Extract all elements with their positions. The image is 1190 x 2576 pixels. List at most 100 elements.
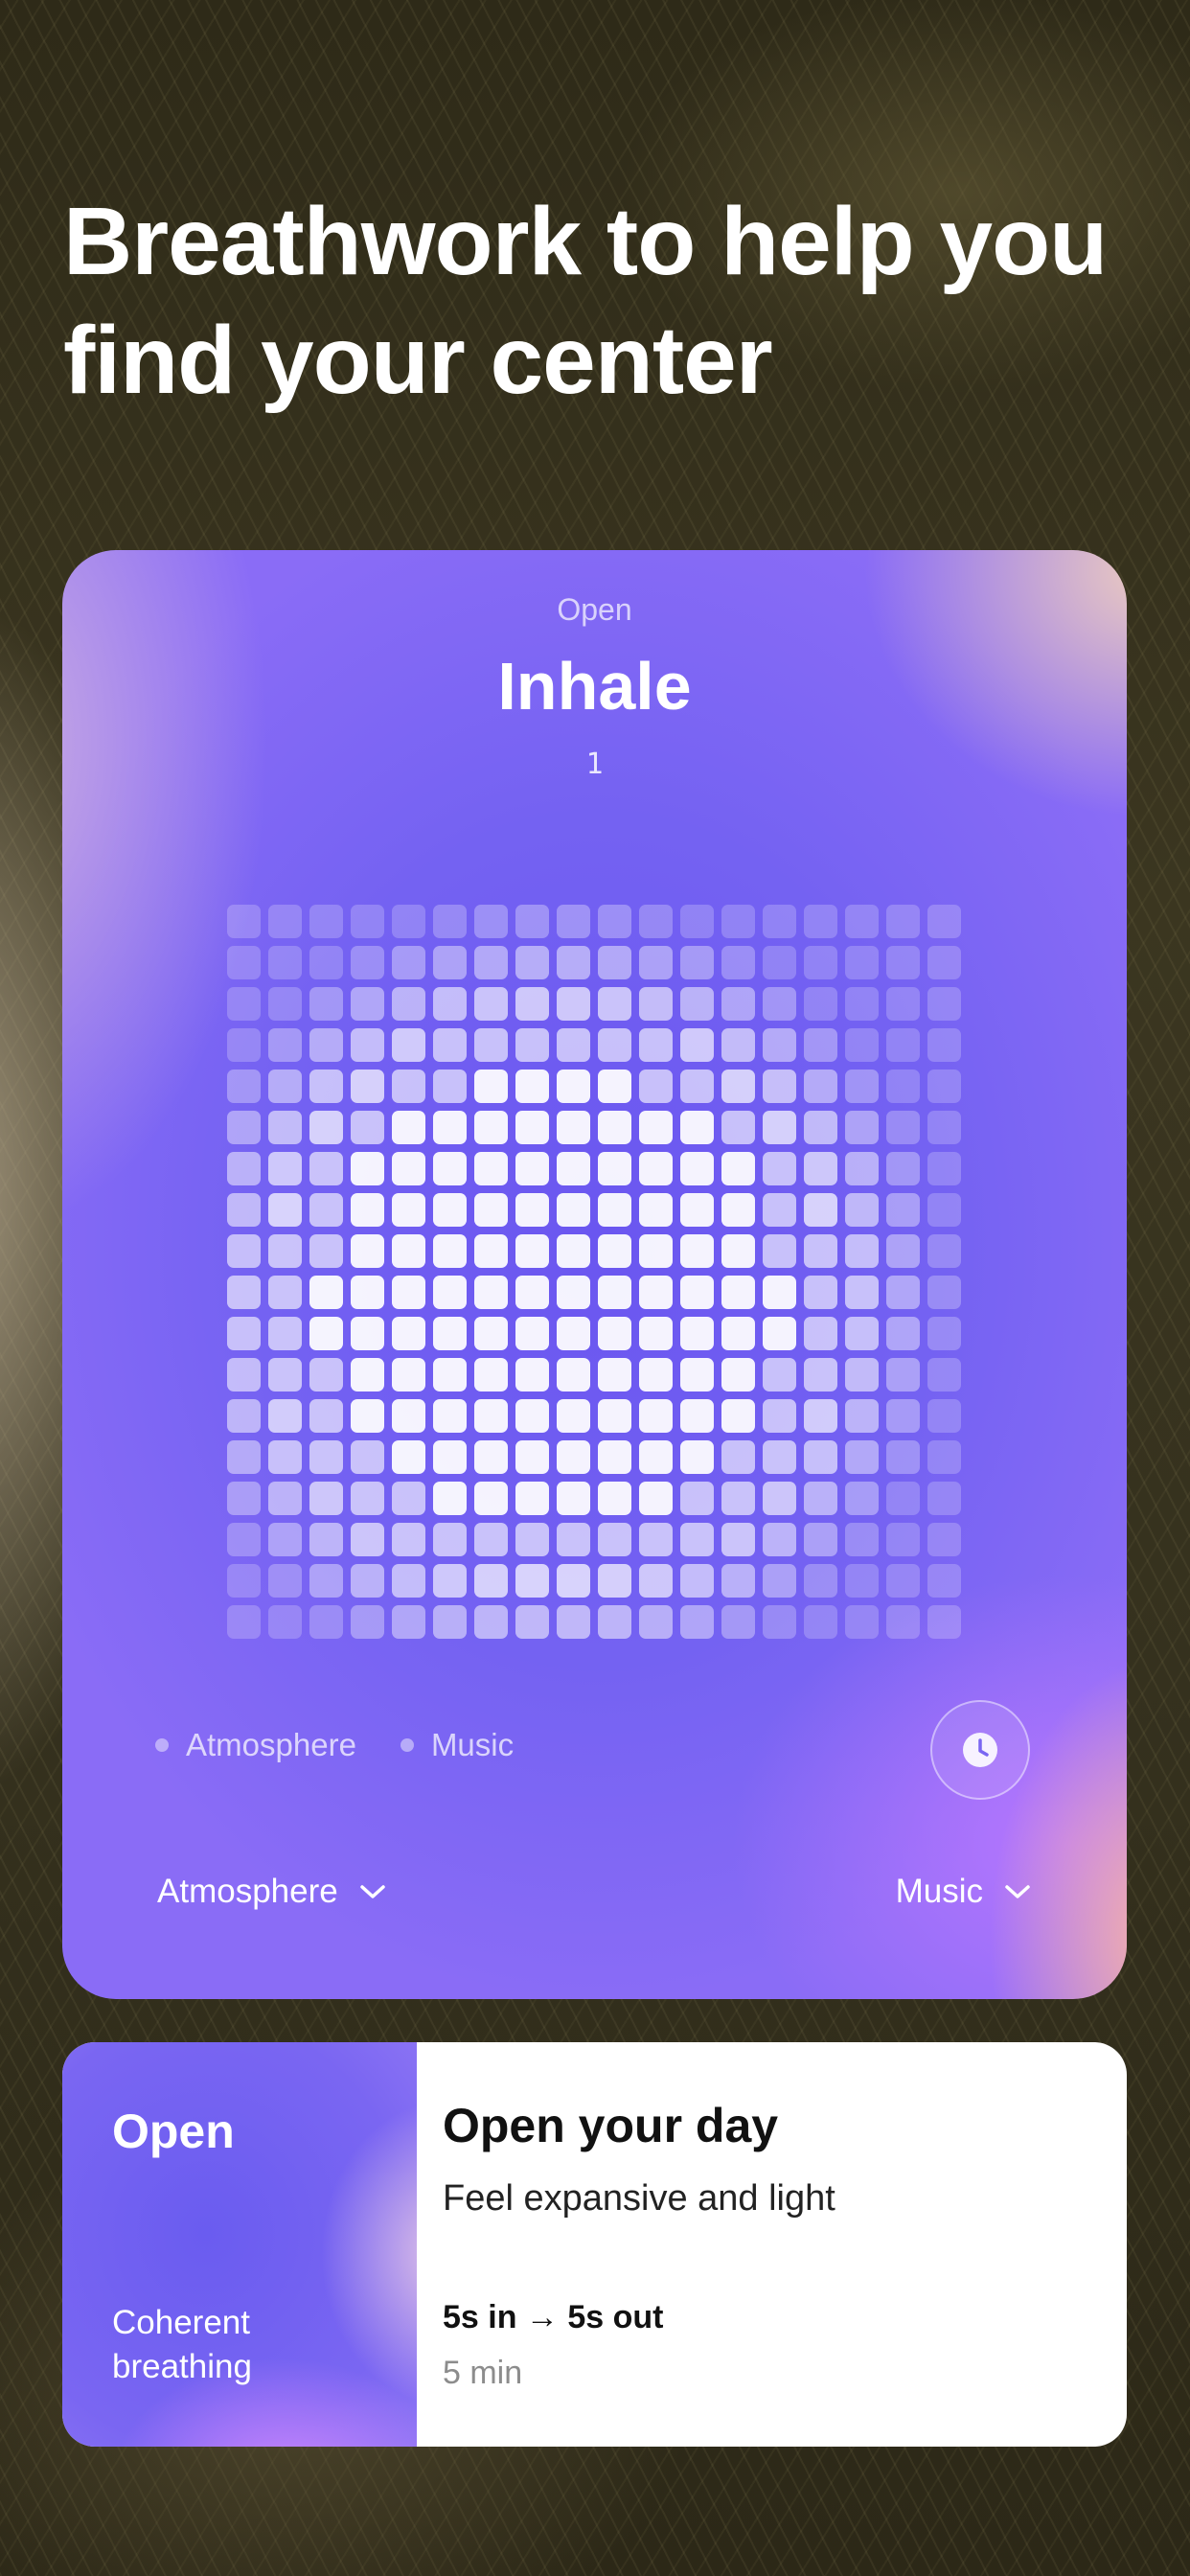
grid-cell — [227, 1276, 261, 1309]
grid-cell — [721, 1440, 755, 1474]
grid-cell — [639, 1399, 673, 1433]
grid-cell — [927, 946, 961, 979]
grid-cell — [598, 946, 631, 979]
grid-cell — [227, 905, 261, 938]
grid-cell — [392, 1482, 425, 1515]
grid-cell — [474, 1070, 508, 1103]
grid-cell — [557, 1523, 590, 1556]
grid-cell — [351, 1317, 384, 1350]
grid-cell — [474, 1028, 508, 1062]
music-dropdown-label: Music — [895, 1873, 983, 1910]
breathing-player-card[interactable]: Open Inhale 1 Atmosphere Music Atmospher… — [62, 550, 1127, 1999]
grid-cell — [763, 1358, 796, 1392]
grid-cell — [433, 1317, 467, 1350]
grid-cell — [392, 1111, 425, 1144]
session-card[interactable]: Open Coherent breathing Open your day Fe… — [62, 2042, 1127, 2447]
grid-cell — [268, 1234, 302, 1268]
session-duration: 5 min — [443, 2355, 523, 2391]
grid-cell — [721, 1234, 755, 1268]
music-dropdown[interactable]: Music — [896, 1873, 1031, 1911]
grid-cell — [227, 1440, 261, 1474]
chevron-down-icon — [1004, 1883, 1031, 1900]
grid-cell — [804, 1234, 837, 1268]
breath-phase-title: Inhale — [497, 649, 692, 724]
grid-cell — [845, 987, 879, 1021]
grid-cell — [639, 1564, 673, 1598]
grid-cell — [804, 946, 837, 979]
grid-cell — [433, 1028, 467, 1062]
grid-cell — [763, 946, 796, 979]
grid-cell — [804, 1317, 837, 1350]
grid-cell — [392, 1605, 425, 1639]
grid-cell — [515, 905, 549, 938]
grid-cell — [268, 905, 302, 938]
grid-cell — [927, 1070, 961, 1103]
grid-cell — [598, 1276, 631, 1309]
grid-cell — [515, 1399, 549, 1433]
page-headline: Breathwork to help you find your center — [63, 188, 1108, 414]
grid-cell — [557, 1399, 590, 1433]
grid-cell — [639, 987, 673, 1021]
grid-cell — [927, 1193, 961, 1227]
grid-cell — [927, 1152, 961, 1185]
grid-cell — [474, 1193, 508, 1227]
timer-button[interactable] — [930, 1700, 1030, 1800]
grid-cell — [721, 1276, 755, 1309]
grid-cell — [227, 1482, 261, 1515]
grid-cell — [309, 905, 343, 938]
grid-cell — [515, 987, 549, 1021]
grid-cell — [557, 1605, 590, 1639]
grid-cell — [515, 1152, 549, 1185]
grid-cell — [721, 1317, 755, 1350]
grid-cell — [639, 1440, 673, 1474]
grid-cell — [515, 1564, 549, 1598]
grid-cell — [598, 1317, 631, 1350]
grid-cell — [639, 1111, 673, 1144]
grid-cell — [268, 1276, 302, 1309]
grid-cell — [763, 1276, 796, 1309]
grid-cell — [309, 1234, 343, 1268]
grid-cell — [721, 1523, 755, 1556]
grid-cell — [268, 946, 302, 979]
grid-cell — [351, 1276, 384, 1309]
grid-cell — [268, 987, 302, 1021]
grid-cell — [886, 1193, 920, 1227]
grid-cell — [268, 1193, 302, 1227]
grid-cell — [845, 1070, 879, 1103]
grid-cell — [886, 1399, 920, 1433]
atmosphere-dropdown[interactable]: Atmosphere — [157, 1873, 386, 1911]
legend-music: Music — [400, 1727, 514, 1763]
grid-cell — [845, 1523, 879, 1556]
grid-cell — [845, 1111, 879, 1144]
grid-cell — [804, 1564, 837, 1598]
legend-dot-icon — [155, 1738, 169, 1752]
grid-cell — [721, 1028, 755, 1062]
grid-cell — [886, 1234, 920, 1268]
breath-counter: 1 — [585, 748, 604, 781]
session-subtitle: Feel expansive and light — [443, 2178, 835, 2219]
grid-cell — [680, 1317, 714, 1350]
grid-cell — [474, 905, 508, 938]
grid-cell — [227, 1523, 261, 1556]
grid-cell — [763, 1605, 796, 1639]
grid-cell — [392, 905, 425, 938]
grid-cell — [433, 1111, 467, 1144]
grid-cell — [392, 1193, 425, 1227]
grid-cell — [351, 1523, 384, 1556]
grid-cell — [268, 1523, 302, 1556]
grid-cell — [227, 1234, 261, 1268]
grid-cell — [474, 987, 508, 1021]
grid-cell — [351, 905, 384, 938]
grid-cell — [886, 1276, 920, 1309]
grid-cell — [721, 1358, 755, 1392]
grid-cell — [680, 1399, 714, 1433]
grid-cell — [351, 1482, 384, 1515]
grid-cell — [927, 1440, 961, 1474]
grid-cell — [268, 1152, 302, 1185]
grid-cell — [309, 1564, 343, 1598]
grid-cell — [927, 1111, 961, 1144]
grid-cell — [227, 1070, 261, 1103]
grid-cell — [227, 1358, 261, 1392]
grid-cell — [680, 1234, 714, 1268]
grid-cell — [351, 1564, 384, 1598]
